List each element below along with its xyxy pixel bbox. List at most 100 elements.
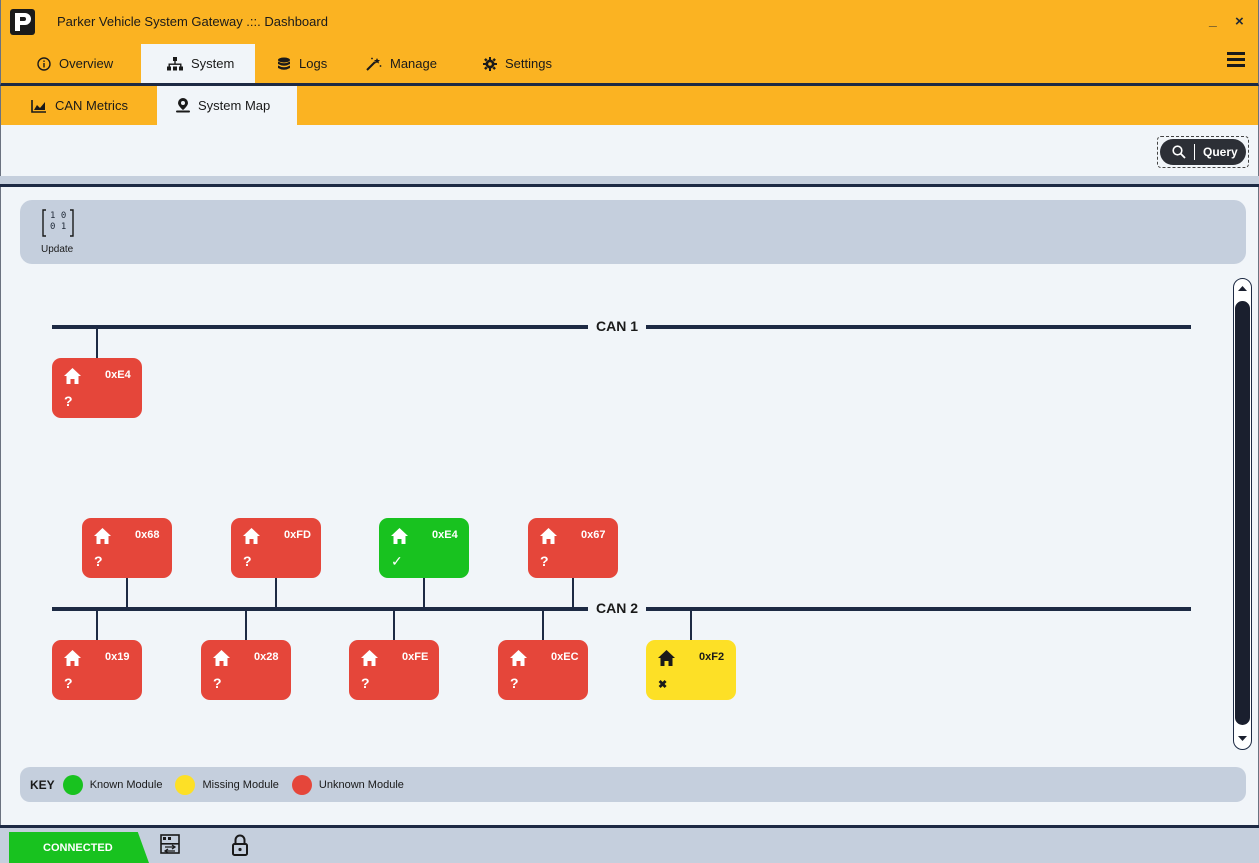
matrix-row-bottom: 0 1 <box>50 222 67 232</box>
module-address: 0xFD <box>284 529 311 541</box>
module-card[interactable]: 0x68 ? <box>82 518 172 578</box>
tab-logs-label: Logs <box>299 56 328 71</box>
missing-module-label: Missing Module <box>202 778 279 791</box>
magic-wand-icon <box>366 57 382 71</box>
module-card[interactable]: 0x19 ? <box>52 640 142 700</box>
toolbar <box>0 125 1259 182</box>
module-card[interactable]: 0xEC ? <box>498 640 588 700</box>
scroll-down-icon[interactable] <box>1236 732 1249 745</box>
module-status-mark: ✖ <box>658 679 668 691</box>
tab-manage[interactable]: Manage <box>366 44 437 83</box>
module-address: 0x19 <box>105 651 130 663</box>
connection-status-badge: CONNECTED <box>9 832 149 863</box>
home-icon <box>243 528 260 544</box>
module-address: 0x28 <box>254 651 279 663</box>
area-chart-icon <box>31 99 46 113</box>
module-address: 0xF2 <box>699 651 725 663</box>
module-address: 0xE4 <box>105 369 131 381</box>
module-card[interactable]: 0x67 ? <box>528 518 618 578</box>
module-address: 0xEC <box>551 651 579 663</box>
module-card[interactable]: 0xFE ? <box>349 640 439 700</box>
query-button-label: Query <box>1203 145 1238 159</box>
known-module-label: Known Module <box>89 778 163 791</box>
module-address: 0x68 <box>135 529 160 541</box>
home-icon <box>510 650 527 666</box>
module-card[interactable]: 0xF2 ✖ <box>646 640 736 700</box>
subtab-system-map[interactable]: System Map <box>157 86 297 125</box>
parker-logo <box>10 9 35 35</box>
gear-icon <box>483 56 497 71</box>
status-bar: CONNECTED <box>0 825 1259 863</box>
module-card[interactable]: 0xFD ? <box>231 518 321 578</box>
system-map-panel <box>0 187 1259 825</box>
connection-status-label: CONNECTED <box>43 841 113 854</box>
matrix-row-top: 1 0 <box>50 211 67 221</box>
app-title: Parker Vehicle System Gateway .::. Dashb… <box>57 14 328 29</box>
bus-connector <box>245 609 247 640</box>
network-transfer-icon[interactable] <box>160 834 180 856</box>
home-icon <box>213 650 230 666</box>
bus-connector <box>96 327 98 358</box>
module-address: 0xE4 <box>432 529 458 541</box>
module-status-mark: ? <box>94 553 103 569</box>
tab-system[interactable]: System <box>141 44 255 83</box>
bus-connector <box>423 578 425 608</box>
sitemap-icon <box>167 56 183 70</box>
bus-connector <box>542 609 544 640</box>
can1-bus-label: CAN 1 <box>588 318 647 334</box>
missing-module-swatch <box>175 774 196 795</box>
close-button[interactable]: × <box>1235 13 1244 30</box>
home-icon <box>64 650 81 666</box>
vertical-scrollbar[interactable] <box>1233 278 1252 750</box>
scroll-up-icon[interactable] <box>1236 282 1249 295</box>
query-button[interactable]: Query <box>1157 136 1249 168</box>
module-address: 0xFE <box>402 651 429 663</box>
unknown-module-swatch <box>291 774 312 795</box>
home-icon <box>540 528 557 544</box>
hamburger-menu-icon[interactable] <box>1227 52 1245 68</box>
binary-matrix-icon[interactable]: 1 0 0 1 <box>42 208 74 238</box>
home-icon <box>361 650 378 666</box>
module-status-mark: ? <box>540 553 549 569</box>
bus-connector <box>690 609 692 640</box>
module-address: 0x67 <box>581 529 606 541</box>
module-status-mark: ? <box>510 675 519 691</box>
tab-settings-label: Settings <box>505 56 552 71</box>
subtab-can-metrics[interactable]: CAN Metrics <box>31 86 128 125</box>
subtab-can-metrics-label: CAN Metrics <box>55 98 128 113</box>
tab-overview[interactable]: Overview <box>37 44 113 83</box>
bus-connector <box>126 578 128 608</box>
module-status-mark: ? <box>243 553 252 569</box>
module-status-mark: ? <box>64 393 73 409</box>
tab-system-label: System <box>191 56 235 71</box>
tab-settings[interactable]: Settings <box>483 44 552 83</box>
title-bar: Parker Vehicle System Gateway .::. Dashb… <box>0 0 1259 44</box>
module-status-mark: ? <box>361 675 370 691</box>
module-card[interactable]: 0xE4 ✓ <box>379 518 469 578</box>
module-card[interactable]: 0x28 ? <box>201 640 291 700</box>
unknown-module-label: Unknown Module <box>318 778 404 791</box>
main-tab-bar: Overview System Logs Manage Settings <box>0 44 1259 86</box>
bus-connector <box>275 578 277 608</box>
subtab-system-map-label: System Map <box>198 98 271 113</box>
lock-icon[interactable] <box>232 834 248 856</box>
update-label: Update <box>41 244 74 255</box>
tab-logs[interactable]: Logs <box>277 44 327 83</box>
home-icon <box>391 528 408 544</box>
home-icon <box>658 650 675 666</box>
module-status-mark: ? <box>64 675 73 691</box>
bus-connector <box>572 578 574 608</box>
home-icon <box>94 528 111 544</box>
module-card[interactable]: 0xE4 ? <box>52 358 142 418</box>
bus-connector <box>393 609 395 640</box>
can2-bus-label: CAN 2 <box>588 600 647 616</box>
scrollbar-thumb[interactable] <box>1235 301 1250 725</box>
module-status-mark: ✓ <box>391 553 403 569</box>
minimize-button[interactable]: _ <box>1209 12 1217 28</box>
update-panel <box>20 200 1246 264</box>
info-circle-icon <box>37 56 51 71</box>
module-status-mark: ? <box>213 675 222 691</box>
bus-connector <box>96 609 98 640</box>
tab-manage-label: Manage <box>390 56 437 71</box>
home-icon <box>64 368 81 384</box>
